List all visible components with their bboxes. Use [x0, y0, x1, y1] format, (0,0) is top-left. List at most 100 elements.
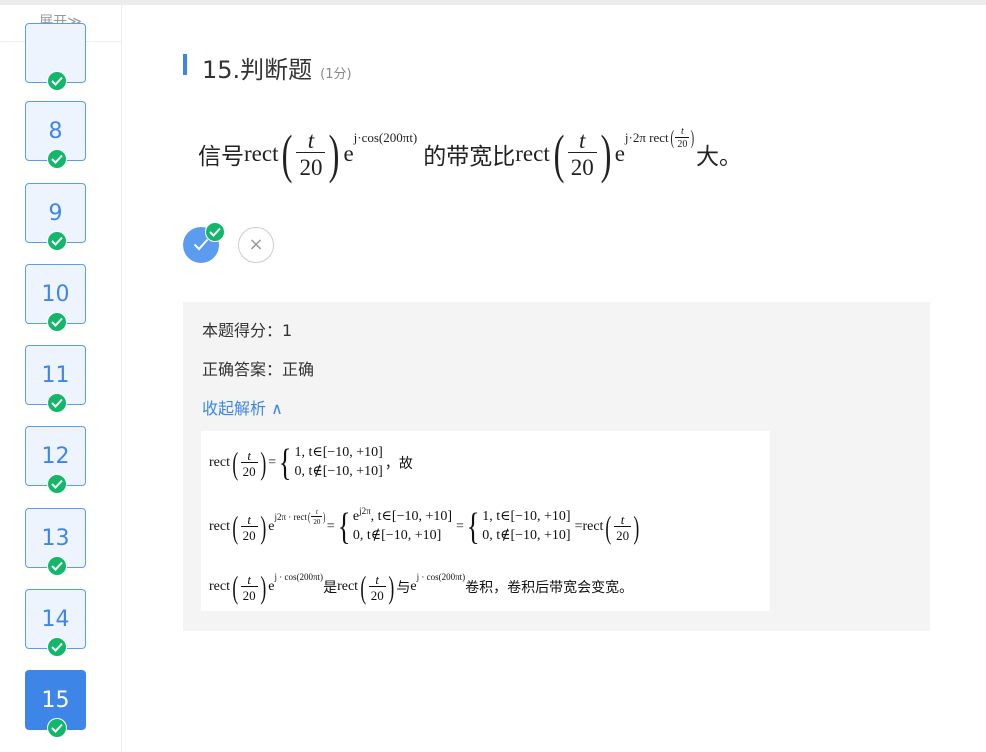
check-icon [193, 238, 209, 251]
case-top: 1, t∈[−10, +10] [294, 445, 383, 461]
left-paren: ( [605, 509, 612, 545]
left-paren: ( [670, 126, 674, 149]
exponent-fraction: t 20 [675, 125, 690, 150]
analysis-row-2: rect ( t 20 ) e j2π · rect ( t 20 ) = { ej… [209, 497, 642, 557]
case-bottom: 0, t∉[−10, +10] [352, 528, 442, 543]
top-border [0, 0, 986, 5]
question-nav-item[interactable]: 8 [25, 101, 86, 169]
analysis-row-3: rect ( t 20 ) e j · cos(200πt) 是 rect ( t… [209, 565, 633, 609]
answered-check-icon [47, 474, 67, 494]
fraction-denominator: 20 [675, 136, 690, 150]
fraction-numerator: t [680, 125, 684, 137]
collapse-analysis-link[interactable]: 收起解析 ∧ [202, 395, 283, 419]
exponent: j2π · rect ( t 20 ) [274, 507, 327, 526]
fraction-numerator: t [247, 447, 251, 463]
fraction-denominator: 20 [240, 525, 258, 543]
case-bottom: 0, t∉[−10, +10] [294, 464, 383, 479]
question-nav-item[interactable]: 10 [25, 264, 86, 332]
left-paren: ( [232, 445, 239, 481]
equals: = [574, 519, 583, 534]
stem-middle: 的带宽比 [423, 144, 516, 169]
option-false-button[interactable]: × [238, 227, 274, 263]
stem-fraction: t 20 [296, 128, 326, 179]
exponent: j · cos(200πt) [274, 572, 324, 582]
fraction-denominator: 20 [368, 585, 386, 603]
right-paren: ) [329, 124, 340, 184]
equals: = [456, 519, 464, 534]
stem-suffix: 大。 [696, 144, 743, 169]
option-true-button[interactable] [183, 222, 225, 263]
fraction-numerator: t [307, 128, 315, 153]
question-nav-item[interactable]: 13 [25, 508, 86, 576]
math-fraction: t 20 [240, 571, 258, 602]
score-line: 本题得分：1 [202, 321, 293, 340]
analysis-text: 是 [323, 581, 338, 596]
question-nav-item[interactable]: 11 [25, 345, 86, 413]
analysis-text: 与 [396, 581, 411, 596]
piecewise-cases: ej2π, t∈[−10, +10] 0, t∉[−10, +10] [352, 506, 452, 546]
math-rect: rect [209, 455, 230, 470]
question-title: 15.判断题 (1分) [202, 50, 352, 85]
left-brace: { [278, 442, 292, 484]
answered-check-icon [47, 556, 67, 576]
equals: = [268, 455, 277, 470]
left-paren: ( [232, 509, 239, 545]
left-paren: ( [360, 569, 367, 605]
answered-check-icon [47, 637, 67, 657]
case-top: ej2π, t∈[−10, +10] [353, 506, 452, 527]
right-paren: ) [260, 445, 266, 481]
fraction-numerator: t [375, 571, 380, 587]
case-top: 1, t∈[−10, +10] [482, 509, 571, 525]
answered-check-icon [47, 71, 67, 91]
math-rect: rect [209, 519, 230, 534]
math-rect: rect [337, 579, 359, 594]
analysis-content: rect ( t 20 ) = { 1, t∈[−10, +10] 0, t∉[−… [201, 431, 770, 611]
exponent: j · cos(200πt) [416, 572, 466, 582]
exponent-text: j2π · rect [274, 512, 308, 522]
right-paren: ) [690, 126, 695, 149]
piecewise-cases: 1, t∈[−10, +10] 0, t∉[−10, +10] [294, 444, 382, 482]
question-nav-label: 14 [41, 607, 70, 632]
right-paren: ) [388, 569, 394, 605]
stem-exponent-1: j·cos(200πt) [353, 130, 418, 145]
question-nav-item[interactable]: 14 [25, 589, 86, 657]
question-stem: 信号 rect ( t 20 ) e j·cos(200πt) 的带宽比 rec… [198, 118, 742, 190]
question-nav-item[interactable] [25, 23, 86, 91]
left-paren: ( [553, 124, 565, 184]
stem-rect: rect [244, 141, 279, 166]
correct-answer-line: 正确答案：正确 [202, 360, 315, 379]
answered-check-icon [47, 393, 67, 413]
fraction-numerator: t [620, 511, 625, 527]
right-paren: ) [260, 569, 266, 605]
fraction-numerator: t [247, 571, 251, 587]
question-nav-label: 11 [41, 363, 70, 388]
question-nav-item[interactable]: 9 [25, 183, 86, 251]
stem-e: e [614, 141, 625, 166]
math-rect: rect [209, 579, 230, 594]
math-fraction: t 20 [240, 447, 258, 479]
question-navigator: 展开≫ 8 9 10 11 12 13 14 15 [0, 5, 122, 752]
fraction-numerator: t [315, 507, 318, 516]
exponent-text: j·2π rect [624, 130, 669, 145]
question-score: (1分) [320, 67, 352, 82]
fraction-denominator: 20 [240, 461, 258, 479]
stem-prefix: 信号 [198, 144, 244, 169]
fraction-denominator: 20 [614, 525, 632, 543]
case-bottom: 0, t∉[−10, +10] [482, 528, 571, 543]
left-brace: { [466, 506, 480, 548]
answered-check-icon [47, 312, 67, 332]
answered-check-icon [47, 718, 67, 738]
right-paren: ) [633, 509, 640, 545]
question-nav-label: 13 [41, 526, 70, 551]
fraction-numerator: t [579, 128, 586, 153]
question-number-type: 15.判断题 [202, 56, 313, 84]
math-fraction: t 20 [614, 511, 632, 543]
right-paren: ) [323, 509, 326, 524]
analysis-row-1: rect ( t 20 ) = { 1, t∈[−10, +10] 0, t∉[−… [209, 434, 413, 492]
question-nav-item[interactable]: 12 [25, 426, 86, 494]
left-paren: ( [232, 569, 239, 605]
math-fraction: t 20 [240, 511, 258, 543]
fraction-denominator: 20 [567, 152, 597, 179]
fraction-numerator: t [247, 511, 251, 527]
question-nav-item-current[interactable]: 15 [25, 670, 86, 738]
